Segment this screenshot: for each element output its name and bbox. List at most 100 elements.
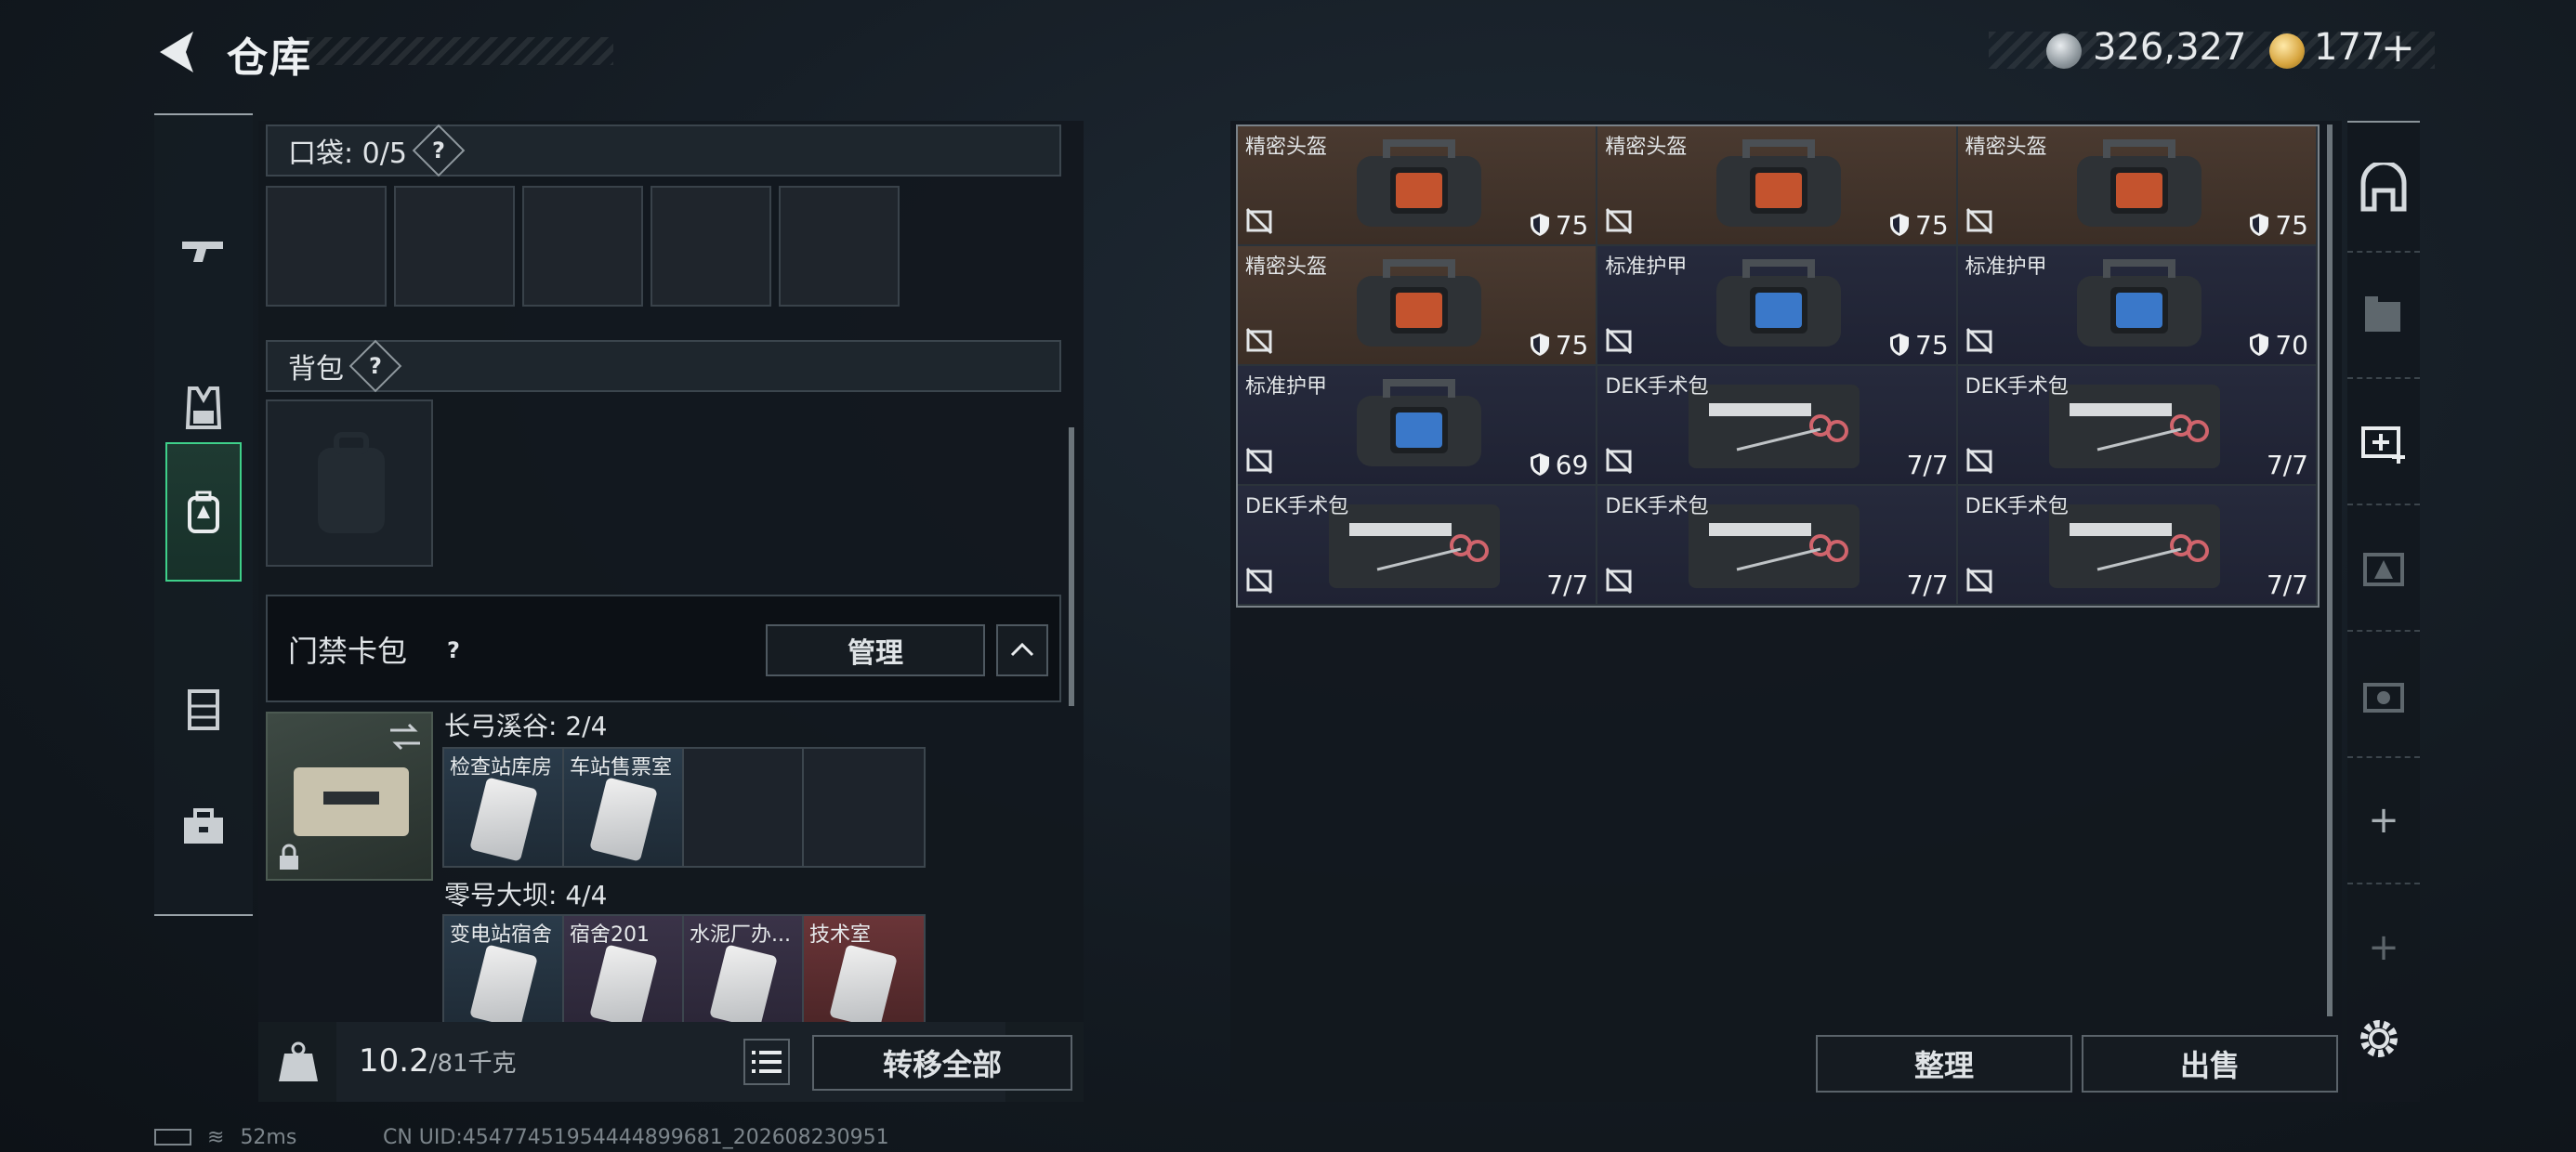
vest-icon [185,386,222,429]
shield-icon [1530,334,1549,356]
case-level-icon [2363,553,2404,586]
item-name: 精密头盔 [1245,255,1328,279]
tab-all[interactable] [2347,126,2420,253]
nav-toolbox[interactable] [154,756,253,896]
cabinet-icon [2365,296,2400,332]
manage-button[interactable]: 管理 [766,624,985,676]
loadout-panel: 口袋: 0/5 ? 背包 ? 门禁卡包 ? 管理 长弓溪谷: 2/4 检查站库房… [258,121,1084,1102]
keycard-slot[interactable]: 变电站宿舍 [444,916,564,1026]
swap-icon[interactable] [387,721,424,753]
tab-medical[interactable] [2347,379,2420,505]
helmet-case-image [2076,139,2201,227]
add-currency-button[interactable]: + [2381,24,2415,72]
pocket-slot[interactable] [394,186,515,307]
shield-icon [2250,214,2269,236]
keycard-slot[interactable]: 技术室 [804,916,924,1026]
item-value: 69 [1530,450,1588,480]
case-level-4-icon [2363,683,2404,713]
item-name: DEK手术包 [1605,375,1709,399]
weight-icon [279,1041,318,1081]
keycard-slot[interactable] [804,749,924,866]
untradeable-icon [1965,207,1992,235]
container-icon [188,689,219,730]
collapse-button[interactable] [996,624,1048,676]
keycard-slot[interactable]: 宿舍201 [564,916,684,1026]
right-scrollbar[interactable] [2327,124,2333,1016]
left-scrollbar[interactable] [1069,427,1074,706]
keycard-slot[interactable]: 检查站库房 [444,749,564,866]
keycard-holder-icon [294,767,409,836]
item-name: 精密头盔 [1605,136,1688,159]
pocket-help-icon[interactable]: ? [412,124,466,177]
inventory-item[interactable]: DEK手术包 7/7 [1597,366,1958,486]
back-icon[interactable] [152,28,201,76]
untradeable-icon [1245,327,1273,355]
list-view-button[interactable] [743,1039,790,1085]
first-aid-kit-image [1689,385,1860,468]
inventory-item[interactable]: DEK手术包 7/7 [1238,486,1598,606]
inventory-item[interactable]: 精密头盔 75 [1238,246,1598,366]
inventory-item[interactable]: 标准护甲 75 [1597,246,1958,366]
untradeable-icon [1606,567,1633,595]
item-value: 7/7 [1546,569,1589,600]
untradeable-icon [1965,327,1992,355]
inventory-item[interactable]: 标准护甲 70 [1957,246,2318,366]
item-value: 7/7 [2266,450,2308,480]
backpack-slot[interactable] [266,399,433,567]
untradeable-icon [1606,447,1633,475]
network-status: ≋ 52ms [154,1126,296,1149]
inventory-item[interactable]: DEK手术包 7/7 [1597,486,1958,606]
shield-icon [1890,214,1910,236]
pocket-slot[interactable] [266,186,387,307]
transfer-all-button[interactable]: 转移全部 [812,1035,1072,1091]
inventory-item[interactable]: DEK手术包 7/7 [1957,366,2318,486]
keycard-slot[interactable]: 车站售票室 [564,749,684,866]
inventory-item[interactable]: 精密头盔 75 [1597,126,1958,246]
tidy-button[interactable]: 整理 [1816,1035,2072,1093]
keycard-slot[interactable]: 水泥厂办... [684,916,804,1026]
item-value: 75 [1889,210,1949,241]
tab-storage[interactable] [2347,253,2420,379]
pocket-slot[interactable] [522,186,643,307]
keycase-help-icon[interactable]: ? [435,632,472,669]
pocket-slot[interactable] [651,186,771,307]
item-name: DEK手术包 [1245,495,1349,518]
item-name: DEK手术包 [1965,495,2069,518]
item-grid: 精密头盔 75 精密头盔 75 精密头盔 75 精密头盔 75 标准护甲 75 标准护甲 70 标准护甲… [1236,124,2320,608]
keycard-icon [829,944,898,1026]
pocket-slot[interactable] [779,186,900,307]
region-label: 长弓溪谷: 2/4 [444,711,608,741]
item-value: 7/7 [2266,569,2308,600]
keycard-case: 门禁卡包 ? 管理 [266,595,1061,702]
inventory-item[interactable]: 标准护甲 69 [1238,366,1598,486]
add-tab-button[interactable]: + [2347,758,2420,884]
tab-case-4[interactable] [2347,632,2420,758]
tab-case-3[interactable] [2347,505,2420,632]
keycase-label: 门禁卡包 [288,634,408,669]
sell-button[interactable]: 出售 [2082,1035,2338,1093]
keycard-row: 变电站宿舍 宿舍201 水泥厂办... 技术室 [442,914,926,1026]
list-icon [752,1051,782,1073]
item-value: 70 [2249,330,2308,360]
add-tab-button-disabled: + [2368,926,2399,969]
ping-value: 52ms [240,1126,297,1149]
keycard-slot[interactable] [684,749,804,866]
first-aid-kit-image [2048,385,2220,468]
inventory-item[interactable]: 精密头盔 75 [1238,126,1598,246]
nav-weapons[interactable] [154,180,253,320]
keycard-case-image[interactable] [266,712,433,881]
gold-currency-value: 177 [2314,26,2385,69]
item-name: DEK手术包 [1605,495,1709,518]
backpack-help-icon[interactable]: ? [348,339,402,393]
weight-value: 10.2/81千克 [359,1042,517,1080]
item-name: 标准护甲 [1245,375,1328,399]
inventory-item[interactable]: DEK手术包 7/7 [1957,486,2318,606]
backpack-placeholder-icon [318,432,385,533]
backpack-header: 背包 ? [266,339,1061,393]
nav-backpack[interactable] [165,442,242,582]
gun-icon [182,242,223,262]
gold-coin-icon [2269,33,2305,69]
settings-gear-icon[interactable] [2355,1015,2403,1063]
keycard-icon [469,944,538,1026]
inventory-item[interactable]: 精密头盔 75 [1957,126,2318,246]
